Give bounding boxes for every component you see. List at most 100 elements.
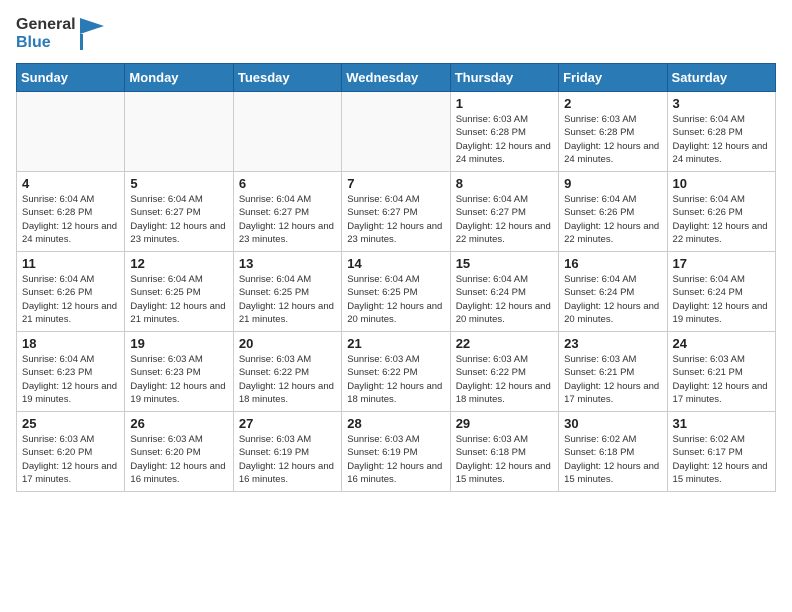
day-number: 1 bbox=[456, 96, 553, 111]
calendar-cell: 23 Sunrise: 6:03 AM Sunset: 6:21 PM Dayli… bbox=[559, 332, 667, 412]
calendar-cell: 24Sunrise: 6:03 AM Sunset: 6:21 PM Dayli… bbox=[667, 332, 775, 412]
calendar-cell: 28 Sunrise: 6:03 AM Sunset: 6:19 PM Dayli… bbox=[342, 412, 450, 492]
weekday-header-wednesday: Wednesday bbox=[342, 64, 450, 92]
calendar-cell: 12 Sunrise: 6:04 AM Sunset: 6:25 PM Dayli… bbox=[125, 252, 233, 332]
day-number: 4 bbox=[22, 176, 119, 191]
day-number: 25 bbox=[22, 416, 119, 431]
calendar-cell: 26Sunrise: 6:03 AM Sunset: 6:20 PM Dayli… bbox=[125, 412, 233, 492]
weekday-header-friday: Friday bbox=[559, 64, 667, 92]
day-info: Sunrise: 6:04 AM Sunset: 6:24 PM Dayligh… bbox=[564, 273, 661, 326]
day-number: 8 bbox=[456, 176, 553, 191]
day-info: Sunrise: 6:04 AM Sunset: 6:27 PM Dayligh… bbox=[347, 193, 444, 246]
day-info: Sunrise: 6:03 AM Sunset: 6:23 PM Dayligh… bbox=[130, 353, 227, 406]
day-number: 17 bbox=[673, 256, 770, 271]
calendar-cell: 17 Sunrise: 6:04 AM Sunset: 6:24 PM Dayli… bbox=[667, 252, 775, 332]
calendar-cell: 20 Sunrise: 6:03 AM Sunset: 6:22 PM Dayli… bbox=[233, 332, 341, 412]
day-number: 29 bbox=[456, 416, 553, 431]
weekday-header-saturday: Saturday bbox=[667, 64, 775, 92]
logo-text: General Blue bbox=[16, 16, 76, 51]
day-info: Sunrise: 6:03 AM Sunset: 6:22 PM Dayligh… bbox=[347, 353, 444, 406]
day-number: 21 bbox=[347, 336, 444, 351]
day-number: 27 bbox=[239, 416, 336, 431]
day-number: 13 bbox=[239, 256, 336, 271]
day-number: 3 bbox=[673, 96, 770, 111]
day-info: Sunrise: 6:04 AM Sunset: 6:25 PM Dayligh… bbox=[239, 273, 336, 326]
day-number: 12 bbox=[130, 256, 227, 271]
day-number: 31 bbox=[673, 416, 770, 431]
header: General Blue bbox=[16, 16, 776, 51]
day-info: Sunrise: 6:02 AM Sunset: 6:18 PM Dayligh… bbox=[564, 433, 661, 486]
day-info: Sunrise: 6:03 AM Sunset: 6:28 PM Dayligh… bbox=[564, 113, 661, 166]
calendar-cell: 2 Sunrise: 6:03 AM Sunset: 6:28 PM Daylig… bbox=[559, 92, 667, 172]
day-info: Sunrise: 6:04 AM Sunset: 6:27 PM Dayligh… bbox=[130, 193, 227, 246]
day-number: 26 bbox=[130, 416, 227, 431]
day-info: Sunrise: 6:04 AM Sunset: 6:25 PM Dayligh… bbox=[347, 273, 444, 326]
day-number: 6 bbox=[239, 176, 336, 191]
day-number: 7 bbox=[347, 176, 444, 191]
days-of-week-row: SundayMondayTuesdayWednesdayThursdayFrid… bbox=[17, 64, 776, 92]
day-number: 15 bbox=[456, 256, 553, 271]
day-info: Sunrise: 6:03 AM Sunset: 6:22 PM Dayligh… bbox=[456, 353, 553, 406]
day-number: 14 bbox=[347, 256, 444, 271]
logo-blue: Blue bbox=[16, 34, 76, 52]
day-number: 9 bbox=[564, 176, 661, 191]
week-row-3: 11Sunrise: 6:04 AM Sunset: 6:26 PM Dayli… bbox=[17, 252, 776, 332]
day-info: Sunrise: 6:03 AM Sunset: 6:22 PM Dayligh… bbox=[239, 353, 336, 406]
day-number: 20 bbox=[239, 336, 336, 351]
day-info: Sunrise: 6:04 AM Sunset: 6:25 PM Dayligh… bbox=[130, 273, 227, 326]
day-info: Sunrise: 6:03 AM Sunset: 6:21 PM Dayligh… bbox=[673, 353, 770, 406]
calendar-cell bbox=[17, 92, 125, 172]
calendar-cell: 19Sunrise: 6:03 AM Sunset: 6:23 PM Dayli… bbox=[125, 332, 233, 412]
calendar-cell: 31Sunrise: 6:02 AM Sunset: 6:17 PM Dayli… bbox=[667, 412, 775, 492]
calendar-cell bbox=[233, 92, 341, 172]
week-row-1: 1 Sunrise: 6:03 AM Sunset: 6:28 PM Daylig… bbox=[17, 92, 776, 172]
calendar-cell: 4 Sunrise: 6:04 AM Sunset: 6:28 PM Daylig… bbox=[17, 172, 125, 252]
calendar-cell bbox=[125, 92, 233, 172]
day-info: Sunrise: 6:04 AM Sunset: 6:27 PM Dayligh… bbox=[456, 193, 553, 246]
calendar-cell: 15 Sunrise: 6:04 AM Sunset: 6:24 PM Dayli… bbox=[450, 252, 558, 332]
day-number: 2 bbox=[564, 96, 661, 111]
week-row-5: 25 Sunrise: 6:03 AM Sunset: 6:20 PM Dayli… bbox=[17, 412, 776, 492]
day-info: Sunrise: 6:04 AM Sunset: 6:23 PM Dayligh… bbox=[22, 353, 119, 406]
logo-flag-icon bbox=[80, 18, 104, 50]
calendar-cell: 3 Sunrise: 6:04 AM Sunset: 6:28 PM Daylig… bbox=[667, 92, 775, 172]
day-info: Sunrise: 6:03 AM Sunset: 6:20 PM Dayligh… bbox=[22, 433, 119, 486]
day-number: 10 bbox=[673, 176, 770, 191]
calendar-cell: 18 Sunrise: 6:04 AM Sunset: 6:23 PM Dayli… bbox=[17, 332, 125, 412]
calendar-cell: 10 Sunrise: 6:04 AM Sunset: 6:26 PM Dayli… bbox=[667, 172, 775, 252]
day-number: 23 bbox=[564, 336, 661, 351]
day-info: Sunrise: 6:03 AM Sunset: 6:21 PM Dayligh… bbox=[564, 353, 661, 406]
day-number: 28 bbox=[347, 416, 444, 431]
day-info: Sunrise: 6:03 AM Sunset: 6:19 PM Dayligh… bbox=[239, 433, 336, 486]
calendar-cell bbox=[342, 92, 450, 172]
calendar-cell: 9 Sunrise: 6:04 AM Sunset: 6:26 PM Daylig… bbox=[559, 172, 667, 252]
calendar-cell: 21 Sunrise: 6:03 AM Sunset: 6:22 PM Dayli… bbox=[342, 332, 450, 412]
calendar-cell: 13 Sunrise: 6:04 AM Sunset: 6:25 PM Dayli… bbox=[233, 252, 341, 332]
calendar-cell: 29 Sunrise: 6:03 AM Sunset: 6:18 PM Dayli… bbox=[450, 412, 558, 492]
calendar-cell: 11Sunrise: 6:04 AM Sunset: 6:26 PM Dayli… bbox=[17, 252, 125, 332]
day-info: Sunrise: 6:04 AM Sunset: 6:24 PM Dayligh… bbox=[673, 273, 770, 326]
weekday-header-sunday: Sunday bbox=[17, 64, 125, 92]
weekday-header-thursday: Thursday bbox=[450, 64, 558, 92]
day-number: 18 bbox=[22, 336, 119, 351]
calendar-cell: 14 Sunrise: 6:04 AM Sunset: 6:25 PM Dayli… bbox=[342, 252, 450, 332]
day-info: Sunrise: 6:04 AM Sunset: 6:28 PM Dayligh… bbox=[673, 113, 770, 166]
day-number: 22 bbox=[456, 336, 553, 351]
day-info: Sunrise: 6:03 AM Sunset: 6:28 PM Dayligh… bbox=[456, 113, 553, 166]
calendar-cell: 27 Sunrise: 6:03 AM Sunset: 6:19 PM Dayli… bbox=[233, 412, 341, 492]
calendar-cell: 30Sunrise: 6:02 AM Sunset: 6:18 PM Dayli… bbox=[559, 412, 667, 492]
calendar-cell: 6Sunrise: 6:04 AM Sunset: 6:27 PM Daylig… bbox=[233, 172, 341, 252]
logo-general: General bbox=[16, 16, 76, 34]
day-info: Sunrise: 6:04 AM Sunset: 6:26 PM Dayligh… bbox=[564, 193, 661, 246]
calendar-cell: 5 Sunrise: 6:04 AM Sunset: 6:27 PM Daylig… bbox=[125, 172, 233, 252]
day-info: Sunrise: 6:04 AM Sunset: 6:28 PM Dayligh… bbox=[22, 193, 119, 246]
weekday-header-tuesday: Tuesday bbox=[233, 64, 341, 92]
day-number: 5 bbox=[130, 176, 227, 191]
calendar-cell: 8 Sunrise: 6:04 AM Sunset: 6:27 PM Daylig… bbox=[450, 172, 558, 252]
calendar-table: SundayMondayTuesdayWednesdayThursdayFrid… bbox=[16, 63, 776, 492]
day-info: Sunrise: 6:03 AM Sunset: 6:19 PM Dayligh… bbox=[347, 433, 444, 486]
day-info: Sunrise: 6:03 AM Sunset: 6:18 PM Dayligh… bbox=[456, 433, 553, 486]
weekday-header-monday: Monday bbox=[125, 64, 233, 92]
day-info: Sunrise: 6:04 AM Sunset: 6:24 PM Dayligh… bbox=[456, 273, 553, 326]
day-info: Sunrise: 6:04 AM Sunset: 6:26 PM Dayligh… bbox=[673, 193, 770, 246]
